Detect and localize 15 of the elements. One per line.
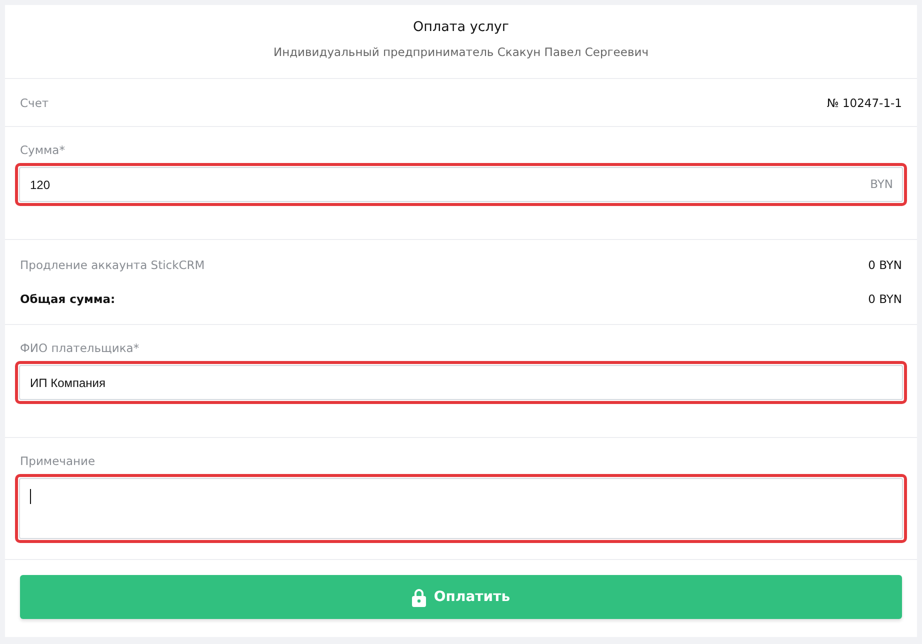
field-label: ФИО плательщика* [20,341,140,355]
page-title: Оплата услуг [413,19,509,35]
payer-name-field[interactable]: ИП Компания [19,365,903,400]
line-item-label: Продление аккаунта StickCRM [20,258,205,272]
text-cursor [30,489,31,504]
field-label: Примечание [20,454,96,468]
lock-icon [412,588,426,606]
invoice-label: Счет [20,96,49,110]
merchant-name: Индивидуальный предприниматель Скакун Павел Сергеевич [273,45,648,59]
currency-label: BYN [870,177,893,191]
invoice-number: № 10247-1-1 [826,96,902,110]
field-label: Сумма* [20,143,66,157]
total-amount: 0 BYN [868,292,902,306]
total-label: Общая сумма: [20,292,116,306]
line-item-amount: 0 BYN [868,258,902,272]
